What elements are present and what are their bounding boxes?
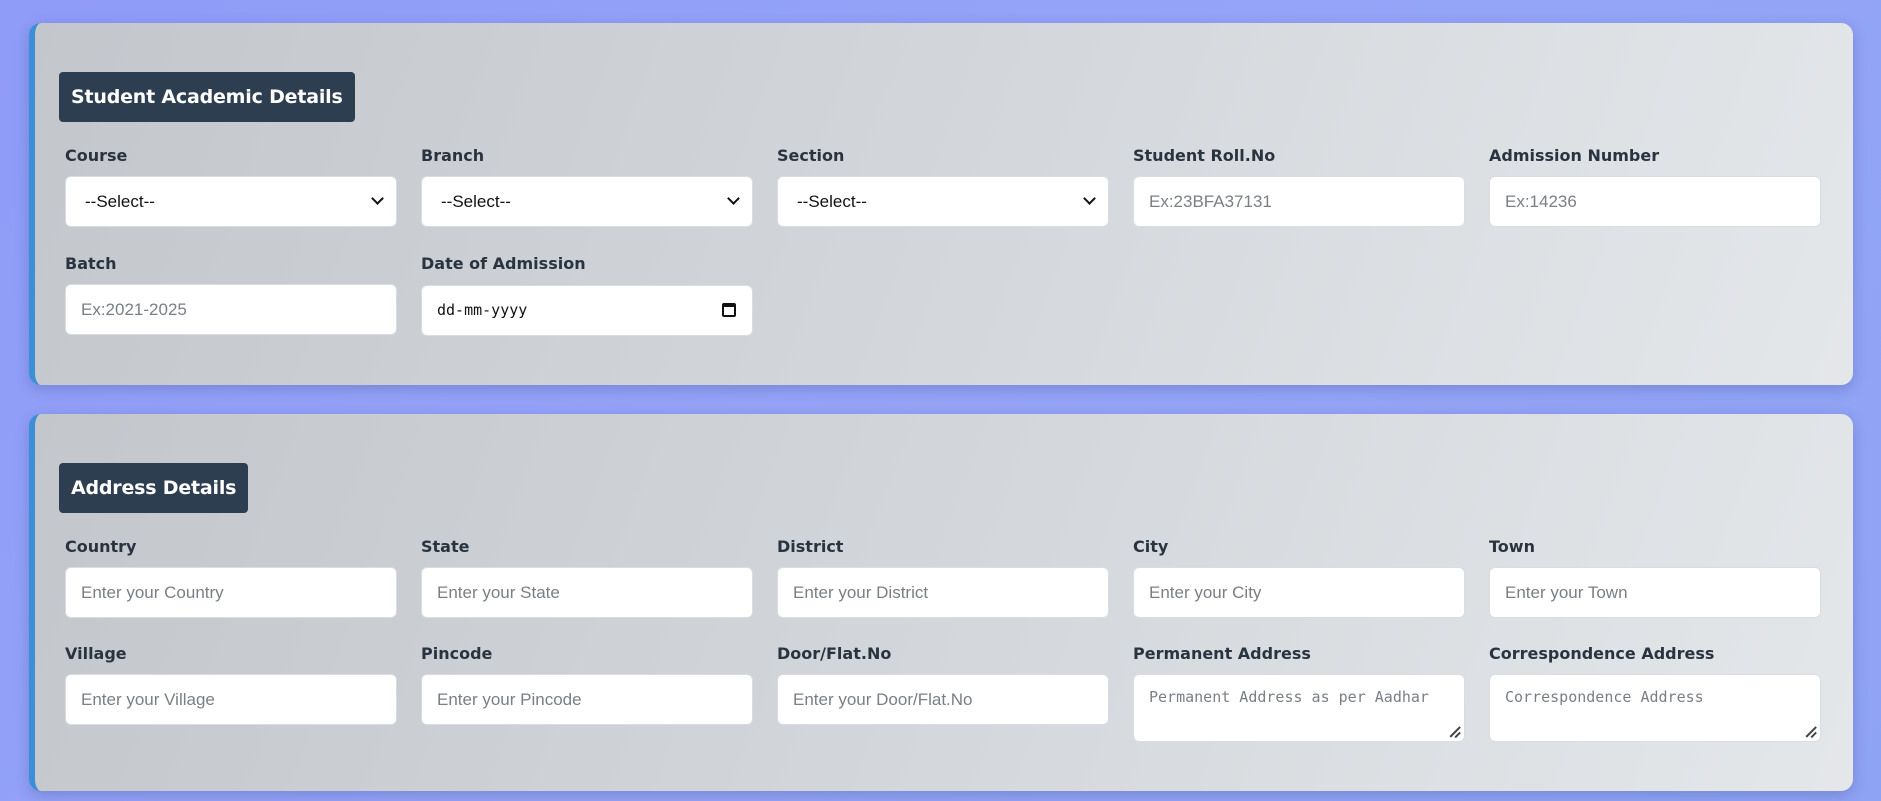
course-select[interactable]: --Select-- bbox=[65, 176, 397, 227]
village-label: Village bbox=[65, 644, 127, 663]
academic-section-title: Student Academic Details bbox=[59, 72, 355, 122]
correspondence-address-textarea[interactable]: Correspondence Address bbox=[1489, 674, 1821, 742]
calendar-icon[interactable] bbox=[722, 303, 736, 317]
country-input[interactable]: Enter your Country bbox=[65, 567, 397, 618]
correspondence-address-label: Correspondence Address bbox=[1489, 644, 1715, 663]
branch-label: Branch bbox=[421, 146, 485, 165]
country-label: Country bbox=[65, 537, 137, 556]
section-select[interactable]: --Select-- bbox=[777, 176, 1109, 227]
batch-label: Batch bbox=[65, 254, 117, 273]
admission-date-label: Date of Admission bbox=[421, 254, 586, 273]
district-input[interactable]: Enter your District bbox=[777, 567, 1109, 618]
address-section-title: Address Details bbox=[59, 463, 249, 513]
town-input[interactable]: Enter your Town bbox=[1489, 567, 1821, 618]
branch-select-value: --Select-- bbox=[441, 192, 511, 211]
course-select-value: --Select-- bbox=[85, 192, 155, 211]
pincode-label: Pincode bbox=[421, 644, 493, 663]
admission-date-input[interactable]: dd-mm-yyyy bbox=[421, 285, 753, 336]
chevron-down-icon bbox=[1083, 192, 1096, 205]
batch-input[interactable]: Ex:2021-2025 bbox=[65, 284, 397, 335]
permanent-address-textarea[interactable]: Permanent Address as per Aadhar bbox=[1133, 674, 1465, 742]
resize-handle-icon[interactable] bbox=[1448, 725, 1460, 737]
correspondence-address-placeholder: Correspondence Address bbox=[1505, 688, 1704, 706]
roll-input[interactable]: Ex:23BFA37131 bbox=[1133, 176, 1465, 227]
city-label: City bbox=[1133, 537, 1169, 556]
admission-number-label: Admission Number bbox=[1489, 146, 1660, 165]
admission-date-placeholder: dd-mm-yyyy bbox=[437, 301, 528, 319]
chevron-down-icon bbox=[371, 192, 384, 205]
permanent-address-label: Permanent Address bbox=[1133, 644, 1311, 663]
permanent-address-placeholder: Permanent Address as per Aadhar bbox=[1149, 688, 1429, 706]
section-select-value: --Select-- bbox=[797, 192, 867, 211]
state-input[interactable]: Enter your State bbox=[421, 567, 753, 618]
village-input[interactable]: Enter your Village bbox=[65, 674, 397, 725]
section-label: Section bbox=[777, 146, 845, 165]
admission-number-input[interactable]: Ex:14236 bbox=[1489, 176, 1821, 227]
pincode-input[interactable]: Enter your Pincode bbox=[421, 674, 753, 725]
course-label: Course bbox=[65, 146, 128, 165]
district-label: District bbox=[777, 537, 844, 556]
state-label: State bbox=[421, 537, 470, 556]
city-input[interactable]: Enter your City bbox=[1133, 567, 1465, 618]
town-label: Town bbox=[1489, 537, 1535, 556]
branch-select[interactable]: --Select-- bbox=[421, 176, 753, 227]
chevron-down-icon bbox=[727, 192, 740, 205]
resize-handle-icon[interactable] bbox=[1804, 725, 1816, 737]
door-label: Door/Flat.No bbox=[777, 644, 892, 663]
roll-label: Student Roll.No bbox=[1133, 146, 1276, 165]
door-input[interactable]: Enter your Door/Flat.No bbox=[777, 674, 1109, 725]
